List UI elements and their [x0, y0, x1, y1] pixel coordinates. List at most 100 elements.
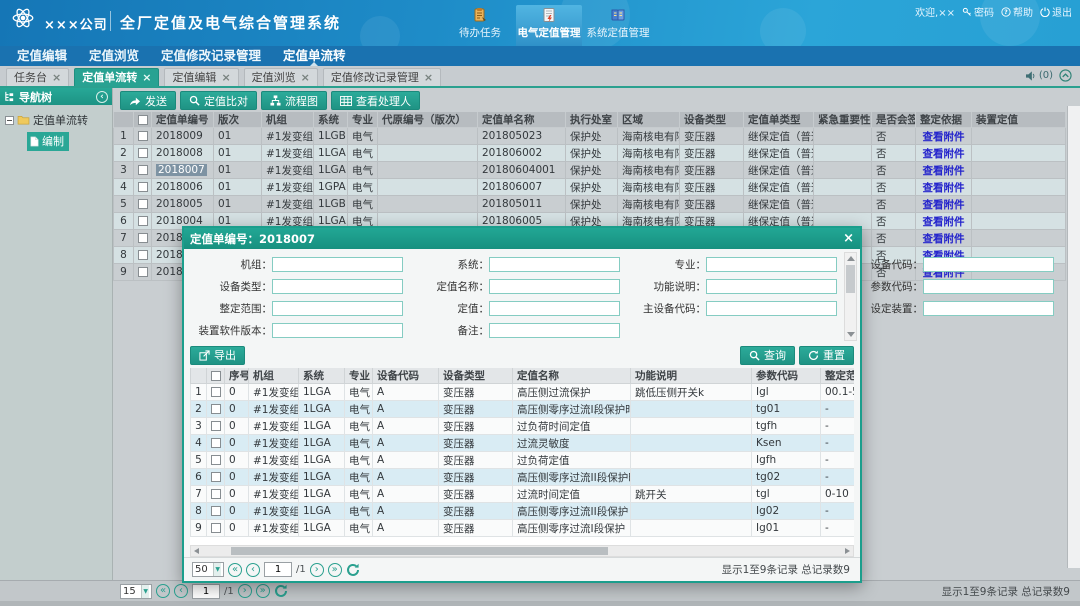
- refresh-icon[interactable]: [346, 563, 360, 577]
- form-vertical-scrollbar[interactable]: [844, 252, 857, 341]
- dialog-horizontal-scrollbar[interactable]: [190, 545, 854, 557]
- last-page-button[interactable]: »: [256, 584, 270, 598]
- field-input-setting-name[interactable]: [489, 279, 620, 294]
- menu-setting-order-flow[interactable]: 定值单流转: [274, 46, 355, 66]
- flowchart-button[interactable]: 流程图: [261, 91, 327, 110]
- tree-expander-icon[interactable]: [5, 116, 14, 125]
- view-attachment-link[interactable]: 查看附件: [923, 148, 965, 160]
- refresh-icon[interactable]: [274, 584, 288, 598]
- row-checkbox[interactable]: [138, 199, 148, 209]
- tab-system-setting-mgmt[interactable]: 系统定值管理: [585, 5, 651, 46]
- first-page-button[interactable]: «: [228, 563, 242, 577]
- dialog-page-input[interactable]: [264, 562, 292, 577]
- table-row[interactable]: 70#1发变组1LGA电气A变压器过流时间定值跳开关tgl0-10: [191, 486, 855, 503]
- row-checkbox[interactable]: [211, 387, 221, 397]
- row-checkbox[interactable]: [211, 404, 221, 414]
- help-link[interactable]: ? 帮助: [1001, 4, 1033, 19]
- row-checkbox[interactable]: [211, 421, 221, 431]
- field-input-setting-value[interactable]: [489, 301, 620, 316]
- next-page-button[interactable]: ›: [310, 563, 324, 577]
- table-row[interactable]: 30#1发变组1LGA电气A变压器过负荷时间定值tgfh-: [191, 418, 855, 435]
- field-input-function-desc[interactable]: [706, 279, 837, 294]
- select-all-checkbox[interactable]: [211, 371, 221, 381]
- table-row[interactable]: 60#1发变组1LGA电气A变压器高压侧零序过流II段保护时间tg02-: [191, 469, 855, 486]
- table-row[interactable]: 50#1发变组1LGA电气A变压器过负荷定值Igfh-: [191, 452, 855, 469]
- row-checkbox[interactable]: [211, 472, 221, 482]
- logout-link[interactable]: 退出: [1040, 4, 1072, 19]
- setting-compare-button[interactable]: 定值比对: [180, 91, 257, 110]
- view-handlers-button[interactable]: 查看处理人: [331, 91, 420, 110]
- tab-close-icon[interactable]: ×: [221, 69, 230, 86]
- scroll-down-icon[interactable]: [847, 332, 855, 337]
- field-input-device-type[interactable]: [272, 279, 403, 294]
- scroll-up-icon[interactable]: [847, 256, 855, 261]
- table-row[interactable]: 5201800501#1发变组1LGB电气201805011保护处海南核电有限公…: [114, 196, 1066, 213]
- doc-tab-setting-order-flow[interactable]: 定值单流转×: [74, 68, 159, 86]
- field-input-setting-range[interactable]: [272, 301, 403, 316]
- menu-setting-edit[interactable]: 定值编辑: [8, 46, 76, 66]
- doc-tab-task-desk[interactable]: 任务台×: [6, 68, 69, 86]
- field-input-param-code[interactable]: [923, 279, 1054, 294]
- last-page-button[interactable]: »: [328, 563, 342, 577]
- table-row[interactable]: 2201800801#1发变组1LGA电气201806002保护处海南核电有限公…: [114, 145, 1066, 162]
- field-input-software-version[interactable]: [272, 323, 403, 338]
- view-attachment-link[interactable]: 查看附件: [923, 131, 965, 143]
- doc-tab-setting-edit[interactable]: 定值编辑×: [164, 68, 238, 86]
- table-row[interactable]: 1201800901#1发变组1LGB电气201805023保护处海南核电有限公…: [114, 128, 1066, 145]
- row-checkbox[interactable]: [138, 182, 148, 192]
- scrollbar-thumb[interactable]: [231, 547, 608, 555]
- main-vertical-scrollbar[interactable]: [1067, 106, 1080, 568]
- row-checkbox[interactable]: [211, 489, 221, 499]
- menu-setting-change-record[interactable]: 定值修改记录管理: [152, 46, 270, 66]
- prev-page-button[interactable]: ‹: [174, 584, 188, 598]
- row-checkbox[interactable]: [211, 523, 221, 533]
- doc-tab-change-record-mgmt[interactable]: 定值修改记录管理×: [323, 68, 441, 86]
- row-checkbox[interactable]: [211, 438, 221, 448]
- field-input-remark[interactable]: [489, 323, 620, 338]
- table-row[interactable]: 40#1发变组1LGA电气A变压器过流灵敏度Ksen-: [191, 435, 855, 452]
- tree-node-setting-order-flow[interactable]: 定值单流转: [5, 112, 112, 128]
- notification-sound-toggle[interactable]: (0): [1025, 70, 1053, 81]
- field-input-main-device-code[interactable]: [706, 301, 837, 316]
- reset-button[interactable]: 重置: [799, 346, 854, 365]
- view-attachment-link[interactable]: 查看附件: [923, 199, 965, 211]
- field-input-setting-device[interactable]: [923, 301, 1054, 316]
- view-attachment-link[interactable]: 查看附件: [923, 182, 965, 194]
- password-link[interactable]: 密码: [962, 4, 994, 19]
- page-size-select[interactable]: 15▼: [120, 584, 152, 599]
- table-row[interactable]: 90#1发变组1LGA电气A变压器高压侧零序过流I段保护Ig01-: [191, 520, 855, 537]
- scroll-left-icon[interactable]: [194, 548, 199, 554]
- query-button[interactable]: 查询: [740, 346, 795, 365]
- row-checkbox[interactable]: [211, 455, 221, 465]
- row-checkbox[interactable]: [211, 506, 221, 516]
- first-page-button[interactable]: «: [156, 584, 170, 598]
- row-checkbox[interactable]: [138, 250, 148, 260]
- tree-node-compile[interactable]: 编制: [27, 132, 69, 151]
- field-input-system[interactable]: [489, 257, 620, 272]
- tab-close-icon[interactable]: ×: [301, 69, 310, 86]
- table-row[interactable]: 80#1发变组1LGA电气A变压器高压侧零序过流II段保护Ig02-: [191, 503, 855, 520]
- field-input-unit[interactable]: [272, 257, 403, 272]
- sidebar-collapse-icon[interactable]: ‹: [96, 91, 108, 103]
- scroll-top-icon[interactable]: [1059, 69, 1072, 82]
- doc-tab-setting-browse[interactable]: 定值浏览×: [244, 68, 318, 86]
- dialog-page-size-select[interactable]: 50▼: [192, 562, 224, 577]
- send-button[interactable]: 发送: [120, 91, 176, 110]
- next-page-button[interactable]: ›: [238, 584, 252, 598]
- row-checkbox[interactable]: [138, 131, 148, 141]
- tab-close-icon[interactable]: ×: [142, 69, 151, 86]
- row-checkbox[interactable]: [138, 148, 148, 158]
- scrollbar-thumb[interactable]: [846, 265, 855, 293]
- row-checkbox[interactable]: [138, 233, 148, 243]
- view-attachment-link[interactable]: 查看附件: [923, 165, 965, 177]
- menu-setting-browse[interactable]: 定值浏览: [80, 46, 148, 66]
- tab-electrical-setting-mgmt[interactable]: 电气定值管理: [516, 5, 582, 46]
- row-checkbox[interactable]: [138, 165, 148, 175]
- table-row[interactable]: 20#1发变组1LGA电气A变压器高压侧零序过流I段保护时间tg01-: [191, 401, 855, 418]
- page-input[interactable]: [192, 584, 220, 599]
- view-attachment-link[interactable]: 查看附件: [923, 233, 965, 245]
- field-input-major[interactable]: [706, 257, 837, 272]
- row-checkbox[interactable]: [138, 216, 148, 226]
- field-input-device-code[interactable]: [923, 257, 1054, 272]
- view-attachment-link[interactable]: 查看附件: [923, 216, 965, 228]
